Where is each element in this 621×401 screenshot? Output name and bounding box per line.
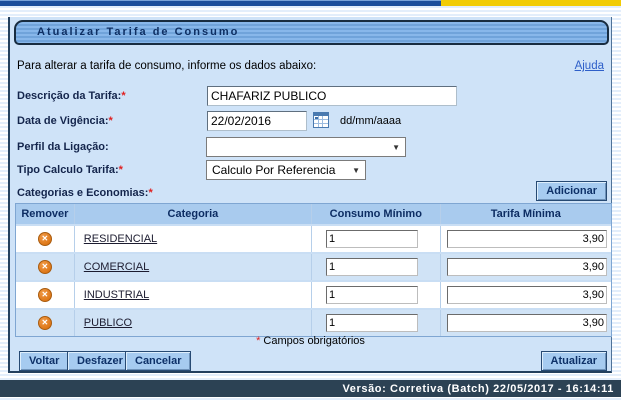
consumo-minimo-cell <box>312 226 441 252</box>
categoria-cell: PUBLICO <box>75 310 312 336</box>
remove-icon[interactable]: ✕ <box>38 316 52 330</box>
data-vigencia-label: Data de Vigência:* <box>17 115 113 127</box>
tarifa-minima-cell <box>441 226 611 252</box>
consumo-minimo-input[interactable] <box>326 230 418 248</box>
table-row: ✕ PUBLICO <box>16 308 611 336</box>
descricao-tarifa-input[interactable] <box>207 86 457 106</box>
consumo-minimo-input[interactable] <box>326 286 418 304</box>
chevron-down-icon: ▼ <box>392 143 400 152</box>
consumo-minimo-cell <box>312 310 441 336</box>
table-header-row: Remover Categoria Consumo Mínimo Tarifa … <box>16 204 611 224</box>
perfil-ligacao-label: Perfil da Ligação: <box>17 141 109 153</box>
remover-cell: ✕ <box>16 254 75 280</box>
remove-icon[interactable]: ✕ <box>38 232 52 246</box>
required-asterisk: * <box>121 90 125 102</box>
table-row: ✕ COMERCIAL <box>16 252 611 280</box>
required-asterisk: * <box>109 115 113 127</box>
consumo-minimo-cell <box>312 254 441 280</box>
perfil-ligacao-select[interactable]: ▼ <box>206 137 406 157</box>
col-header-consumo-minimo: Consumo Mínimo <box>312 204 441 224</box>
tipo-calculo-label: Tipo Calculo Tarifa:* <box>17 164 123 176</box>
data-vigencia-input[interactable] <box>207 111 307 131</box>
chevron-down-icon: ▼ <box>352 166 360 175</box>
categoria-link[interactable]: INDUSTRIAL <box>84 289 149 301</box>
categoria-link[interactable]: COMERCIAL <box>84 261 149 273</box>
top-bar-yellow-segment <box>441 0 621 6</box>
tarifa-minima-cell <box>441 282 611 308</box>
remove-icon[interactable]: ✕ <box>38 288 52 302</box>
help-link[interactable]: Ajuda <box>575 60 604 72</box>
categories-table-body: ✕ RESIDENCIAL ✕ COMERCIAL ✕ INDUSTRIAL ✕ PUBLIC… <box>16 224 611 336</box>
col-header-remover: Remover <box>16 204 75 224</box>
descricao-tarifa-label: Descrição da Tarifa:* <box>17 90 126 102</box>
table-row: ✕ RESIDENCIAL <box>16 224 611 252</box>
form-panel: Atualizar Tarifa de Consumo Para alterar… <box>8 17 612 373</box>
required-asterisk: * <box>148 187 152 199</box>
tarifa-minima-cell <box>441 254 611 280</box>
version-bar: Versão: Corretiva (Batch) 22/05/2017 - 1… <box>0 380 621 397</box>
required-asterisk: * <box>256 335 260 347</box>
categoria-link[interactable]: PUBLICO <box>84 317 132 329</box>
categoria-cell: RESIDENCIAL <box>75 226 312 252</box>
top-bar-blue-segment <box>0 0 441 6</box>
tarifa-minima-input[interactable] <box>447 258 607 276</box>
tarifa-minima-input[interactable] <box>447 230 607 248</box>
required-fields-note: * Campos obrigatórios <box>10 335 611 347</box>
voltar-button[interactable]: Voltar <box>19 351 69 371</box>
categoria-link[interactable]: RESIDENCIAL <box>84 233 157 245</box>
consumo-minimo-input[interactable] <box>326 258 418 276</box>
consumo-minimo-input[interactable] <box>326 314 418 332</box>
categoria-cell: INDUSTRIAL <box>75 282 312 308</box>
version-text: Versão: Corretiva (Batch) 22/05/2017 - 1… <box>342 383 614 395</box>
tarifa-minima-input[interactable] <box>447 314 607 332</box>
adicionar-button[interactable]: Adicionar <box>536 181 607 201</box>
date-format-hint: dd/mm/aaaa <box>340 115 401 127</box>
remove-icon[interactable]: ✕ <box>38 260 52 274</box>
categoria-cell: COMERCIAL <box>75 254 312 280</box>
table-row: ✕ INDUSTRIAL <box>16 280 611 308</box>
calendar-icon[interactable] <box>313 112 329 128</box>
cancelar-button[interactable]: Cancelar <box>125 351 191 371</box>
col-header-categoria: Categoria <box>75 204 312 224</box>
required-asterisk: * <box>119 164 123 176</box>
desfazer-button[interactable]: Desfazer <box>67 351 133 371</box>
instruction-text: Para alterar a tarifa de consumo, inform… <box>17 60 316 72</box>
tarifa-minima-cell <box>441 310 611 336</box>
app-window: Atualizar Tarifa de Consumo Para alterar… <box>0 0 621 401</box>
col-header-tarifa-minima: Tarifa Mínima <box>441 204 611 224</box>
tipo-calculo-select[interactable]: Calculo Por Referencia ▼ <box>206 160 366 180</box>
categories-table: Remover Categoria Consumo Mínimo Tarifa … <box>15 203 612 337</box>
remover-cell: ✕ <box>16 226 75 252</box>
categorias-economias-label: Categorias e Economias:* <box>17 187 153 199</box>
remover-cell: ✕ <box>16 282 75 308</box>
page-title: Atualizar Tarifa de Consumo <box>14 20 609 45</box>
tipo-calculo-value: Calculo Por Referencia <box>212 163 335 177</box>
consumo-minimo-cell <box>312 282 441 308</box>
remover-cell: ✕ <box>16 310 75 336</box>
atualizar-button[interactable]: Atualizar <box>541 351 607 371</box>
tarifa-minima-input[interactable] <box>447 286 607 304</box>
top-accent-bar <box>0 0 621 6</box>
